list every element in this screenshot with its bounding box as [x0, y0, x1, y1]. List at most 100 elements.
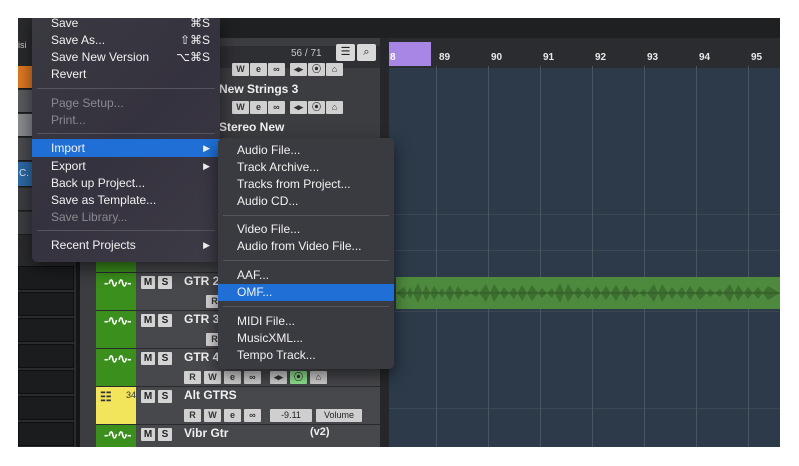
submenu-item-label: MIDI File... — [237, 314, 296, 328]
monitor-button[interactable]: ◂▸ — [270, 371, 287, 384]
solo-button[interactable]: S — [158, 428, 172, 441]
solo-button[interactable]: S — [158, 352, 172, 365]
mute-button[interactable]: M — [141, 428, 155, 441]
volume-value[interactable]: -9.11 — [270, 409, 312, 422]
menu-item-label: Page Setup... — [51, 96, 124, 110]
track-name[interactable]: Stereo New — [219, 120, 284, 134]
ruler-bar-number[interactable]: 89 — [439, 52, 450, 63]
menu-item-save-as[interactable]: Save As... ⇧⌘S — [32, 31, 220, 49]
cycle-locator[interactable]: 8 — [389, 42, 431, 66]
menu-item-label: Recent Projects — [51, 238, 136, 252]
submenu-item-midi-file[interactable]: MIDI File... — [218, 313, 394, 330]
track-list-menu-icon[interactable]: ☰ — [336, 44, 355, 61]
ruler-bar-number[interactable]: 93 — [647, 52, 658, 63]
track-row-vibr-gtr[interactable]: -∿∿- M S Vibr Gtr (v2) — [96, 425, 380, 447]
inspector-slot[interactable] — [18, 266, 74, 290]
submenu-item-video-file[interactable]: Video File... — [218, 221, 394, 238]
track-name[interactable]: Vibr Gtr — [184, 426, 228, 440]
track-name[interactable]: GTR 3 — [184, 312, 219, 326]
menu-item-label: Print... — [51, 113, 86, 127]
file-menu: Save ⌘S Save As... ⇧⌘S Save New Version ⌥⌘S… — [32, 18, 220, 262]
track-name[interactable]: GTR 2 — [184, 274, 219, 288]
menu-item-revert[interactable]: Revert — [32, 65, 220, 83]
mute-button[interactable]: M — [141, 390, 155, 403]
read-button[interactable]: R — [184, 371, 201, 384]
link-button[interactable]: ∞ — [244, 371, 261, 384]
menu-item-recent-projects[interactable]: Recent Projects ▶ — [32, 236, 220, 254]
inspector-slot[interactable] — [18, 396, 74, 420]
submenu-item-audio-from-video-file[interactable]: Audio from Video File... — [218, 238, 394, 255]
track-name[interactable]: GTR 4 — [184, 350, 219, 364]
link-button[interactable]: ∞ — [268, 101, 285, 114]
submenu-item-track-archive[interactable]: Track Archive... — [218, 159, 394, 176]
automation-parameter[interactable]: Volume — [316, 409, 362, 422]
track-count: 56 / 71 — [291, 48, 322, 59]
mute-button[interactable]: M — [141, 352, 155, 365]
submenu-item-omf[interactable]: OMF... — [218, 284, 394, 301]
submenu-item-audio-file[interactable]: Audio File... — [218, 142, 394, 159]
track-name[interactable]: New Strings 3 — [219, 82, 298, 96]
ruler-bar-number[interactable]: 95 — [751, 52, 762, 63]
inspector-slot[interactable] — [18, 370, 74, 394]
inspector-slot[interactable] — [18, 292, 74, 316]
track-color-icon: -∿∿- — [96, 273, 136, 310]
menu-item-label: Save as Template... — [51, 193, 157, 207]
audio-wave-icon: -∿∿- — [104, 275, 131, 290]
track-divider — [389, 214, 780, 215]
solo-button[interactable]: S — [158, 314, 172, 327]
monitor-button[interactable]: ◂▸ — [290, 63, 307, 76]
menu-item-import[interactable]: Import ▶ — [32, 139, 220, 157]
edit-button[interactable]: e — [224, 371, 241, 384]
search-icon[interactable]: ⌕ — [357, 44, 376, 61]
menu-item-save-new-version[interactable]: Save New Version ⌥⌘S — [32, 48, 220, 66]
menu-item-back-up-project[interactable]: Back up Project... — [32, 174, 220, 192]
ruler-bar-number[interactable]: 92 — [595, 52, 606, 63]
link-button[interactable]: ∞ — [244, 409, 261, 422]
menu-item-label: Save Library... — [51, 210, 128, 224]
mute-button[interactable]: M — [141, 314, 155, 327]
menu-item-save[interactable]: Save ⌘S — [32, 18, 220, 32]
automation-button[interactable]: ⌂ — [326, 63, 343, 76]
submenu-item-tempo-track[interactable]: Tempo Track... — [218, 347, 394, 364]
automation-button[interactable]: ⌂ — [310, 371, 327, 384]
monitor-button[interactable]: ◂▸ — [290, 101, 307, 114]
arrangement-area[interactable] — [389, 38, 780, 447]
record-mode-button[interactable]: ⦿ — [308, 63, 325, 76]
record-mode-button[interactable]: ⦿ — [290, 371, 307, 384]
submenu-item-tracks-from-project[interactable]: Tracks from Project... — [218, 176, 394, 193]
edit-button[interactable]: e — [250, 101, 267, 114]
link-button[interactable]: ∞ — [268, 63, 285, 76]
edit-button[interactable]: e — [224, 409, 241, 422]
automation-button[interactable]: ⌂ — [326, 101, 343, 114]
edit-button[interactable]: e — [250, 63, 267, 76]
submenu-item-label: AAF... — [237, 268, 270, 282]
submenu-item-aaf[interactable]: AAF... — [218, 267, 394, 284]
ruler-bar-number[interactable]: 91 — [543, 52, 554, 63]
track-name[interactable]: Alt GTRS — [184, 388, 237, 402]
mute-button[interactable]: M — [141, 276, 155, 289]
write-button[interactable]: W — [232, 63, 249, 76]
menu-item-export[interactable]: Export ▶ — [32, 157, 220, 175]
ruler-bar-number[interactable]: 90 — [491, 52, 502, 63]
track-row-alt-gtrs[interactable]: ☷ 34 M S Alt GTRS R W e ∞ -9.11 Volume — [96, 387, 380, 425]
solo-button[interactable]: S — [158, 276, 172, 289]
submenu-item-musicxml[interactable]: MusicXML... — [218, 330, 394, 347]
inspector-slot[interactable] — [18, 318, 74, 342]
audio-clip[interactable] — [396, 277, 780, 309]
write-button[interactable]: W — [232, 101, 249, 114]
track-divider — [389, 408, 780, 409]
menu-item-save-as-template[interactable]: Save as Template... — [32, 191, 220, 209]
menu-item-page-setup: Page Setup... — [32, 94, 220, 112]
solo-button[interactable]: S — [158, 390, 172, 403]
write-button[interactable]: W — [204, 371, 221, 384]
inspector-slot[interactable] — [18, 344, 74, 368]
track-color-icon: -∿∿- — [96, 349, 136, 386]
write-button[interactable]: W — [204, 409, 221, 422]
record-mode-button[interactable]: ⦿ — [308, 101, 325, 114]
read-button[interactable]: R — [184, 409, 201, 422]
submenu-item-label: Tracks from Project... — [237, 177, 351, 191]
inspector-slot[interactable] — [18, 422, 74, 446]
ruler-bar-number[interactable]: 94 — [699, 52, 710, 63]
submenu-item-audio-cd[interactable]: Audio CD... — [218, 193, 394, 210]
ruler-bar-partial: 8 — [390, 52, 396, 63]
